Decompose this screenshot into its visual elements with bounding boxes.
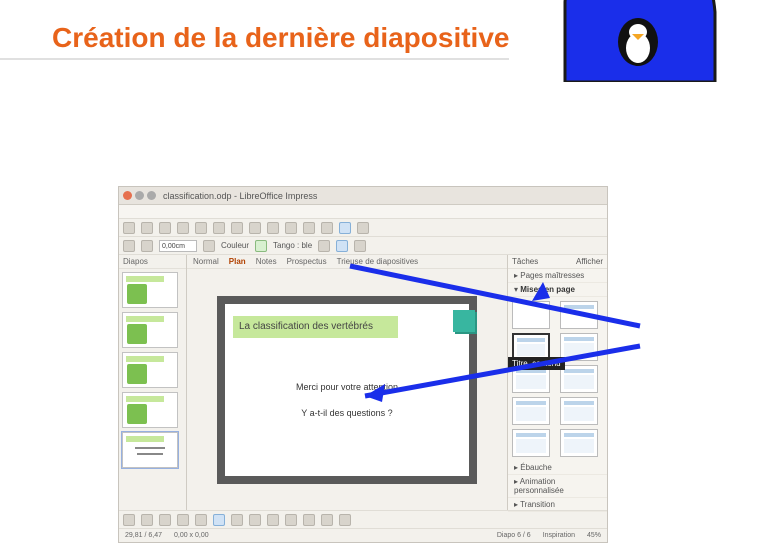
text-icon[interactable] <box>195 514 207 526</box>
cut-icon[interactable] <box>213 222 225 234</box>
slide-panel-header: Diapos <box>119 255 186 269</box>
help-icon[interactable] <box>357 222 369 234</box>
task-section-trans[interactable]: ▸ Transition <box>508 498 607 512</box>
copy-icon[interactable] <box>231 222 243 234</box>
arrow-select-icon[interactable] <box>123 240 135 252</box>
mascot-illustration <box>520 0 750 82</box>
symbol-shapes-icon[interactable] <box>267 514 279 526</box>
status-coords: 29,81 / 6,47 <box>125 532 162 539</box>
undo-icon[interactable] <box>267 222 279 234</box>
status-bar: 29,81 / 6,47 0,00 x 0,00 Diapo 6 / 6 Ins… <box>119 528 607 542</box>
options-icon[interactable] <box>354 240 366 252</box>
window-title: classification.odp - LibreOffice Impress <box>163 191 317 201</box>
line-style-icon[interactable] <box>141 240 153 252</box>
view-tab-outline[interactable]: Plan <box>229 257 246 266</box>
interaction-icon[interactable] <box>336 240 348 252</box>
export-icon[interactable] <box>177 222 189 234</box>
layout-option[interactable] <box>560 429 598 457</box>
open-icon[interactable] <box>141 222 153 234</box>
slide-thumb[interactable]: 2 <box>122 272 178 308</box>
menubar[interactable] <box>119 205 607 219</box>
color-style-label: Tango : ble <box>273 241 312 250</box>
star-shapes-icon[interactable] <box>303 514 315 526</box>
view-tab-normal[interactable]: Normal <box>193 257 219 266</box>
status-size: 0,00 x 0,00 <box>174 532 209 539</box>
annotation-arrow-top <box>340 256 650 336</box>
slide-thumb-selected[interactable]: 6 <box>122 432 178 468</box>
slide-thumb[interactable]: 3 <box>122 312 178 348</box>
task-section-anim[interactable]: ▸ Animation personnalisée <box>508 475 607 498</box>
window-maximize-button[interactable] <box>147 191 156 200</box>
arrow-shapes-icon[interactable] <box>285 514 297 526</box>
paste-icon[interactable] <box>249 222 261 234</box>
toolbar-standard <box>119 219 607 237</box>
callout-icon[interactable] <box>321 514 333 526</box>
slide-panel: Diapos 2 3 4 5 6 <box>119 255 187 510</box>
basic-shapes-icon[interactable] <box>249 514 261 526</box>
chart-icon[interactable] <box>303 222 315 234</box>
task-section-sketch[interactable]: ▸ Ébauche <box>508 461 607 475</box>
line-color-icon[interactable] <box>203 240 215 252</box>
view-tab-notes[interactable]: Notes <box>256 257 277 266</box>
new-doc-icon[interactable] <box>123 222 135 234</box>
titlebar: classification.odp - LibreOffice Impress <box>119 187 607 205</box>
slide-thumb[interactable]: 4 <box>122 352 178 388</box>
redo-icon[interactable] <box>285 222 297 234</box>
fill-color-label: Couleur <box>221 241 249 250</box>
curve-icon[interactable] <box>213 514 225 526</box>
view-tab-handout[interactable]: Prospectus <box>287 257 327 266</box>
line-width-field[interactable]: 0,00cm <box>159 240 197 252</box>
page-title: Création de la dernière diapositive <box>0 0 509 60</box>
status-slide-info: Diapo 6 / 6 <box>497 532 531 539</box>
slide-thumb[interactable]: 5 <box>122 392 178 428</box>
print-icon[interactable] <box>195 222 207 234</box>
line-icon[interactable] <box>141 514 153 526</box>
layout-option[interactable] <box>512 429 550 457</box>
3d-icon[interactable] <box>339 514 351 526</box>
toolbar-line: 0,00cm Couleur Tango : ble <box>119 237 607 255</box>
status-template: Inspiration <box>543 532 575 539</box>
save-icon[interactable] <box>159 222 171 234</box>
window-minimize-button[interactable] <box>135 191 144 200</box>
connector-icon[interactable] <box>231 514 243 526</box>
table-icon[interactable] <box>321 222 333 234</box>
fill-swatch-icon[interactable] <box>255 240 267 252</box>
toolbar-drawing <box>119 510 607 528</box>
shadow-icon[interactable] <box>318 240 330 252</box>
window-close-button[interactable] <box>123 191 132 200</box>
annotation-arrow-bottom <box>350 336 650 416</box>
pointer-icon[interactable] <box>123 514 135 526</box>
status-zoom[interactable]: 45% <box>587 532 601 539</box>
slideshow-icon[interactable] <box>339 222 351 234</box>
ellipse-icon[interactable] <box>177 514 189 526</box>
rect-icon[interactable] <box>159 514 171 526</box>
